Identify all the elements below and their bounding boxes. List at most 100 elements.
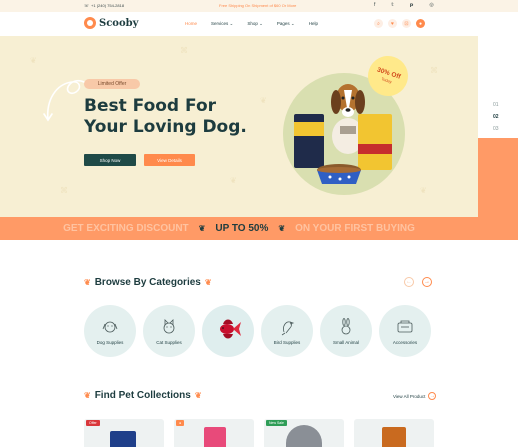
social-links: f 𝕥 𝗽 ◎ [374,2,434,8]
category-label: Small Animal [332,339,359,345]
chevron-down-icon: ⌄ [290,21,295,26]
arrow-right-icon: → [428,392,437,400]
category-label: Dog Supplies [96,339,124,345]
nav-services[interactable]: Services ⌄ [211,21,233,27]
bone-pattern-icon: ⌘ [60,186,68,195]
product-image [204,427,226,447]
paw-icon: ❦ [204,278,212,287]
view-all-products-link[interactable]: View All Product → [393,392,437,400]
fish-icon [220,319,241,339]
product-list: Offer ● New Sale [84,419,434,447]
brand-name: Scooby [99,17,139,29]
pinterest-icon[interactable]: 𝗽 [410,2,414,8]
nav-shop-label: Shop [247,21,258,26]
paw-pattern-icon: ❦ [30,56,37,65]
hero-title: Best Food For Your Loving Dog. [84,96,254,138]
main-nav: Home Services ⌄ Shop ⌄ Pages ⌄ Help [185,21,318,27]
nav-shop[interactable]: Shop ⌄ [247,21,263,27]
category-small-animal[interactable]: Small Animal [320,305,372,357]
strip-right-text: ON YOUR FIRST BUYING [295,223,415,234]
twitter-icon[interactable]: 𝕥 [391,2,393,8]
paw-icon: ❦ [84,278,91,287]
top-bar: ☏ +1 (240) 754-2818 Free Shipping On Shi… [0,0,518,12]
search-icon[interactable]: ⌕ [374,19,383,28]
paw-icon: ❦ [198,224,206,233]
category-list: Dog Supplies Cat Supplies Bird Supplies … [84,305,431,357]
cart-icon[interactable]: ⊡ [402,19,411,28]
slide-1-number[interactable]: 01 [493,102,499,108]
product-image [286,425,322,447]
chevron-down-icon: ⌄ [229,21,234,26]
instagram-icon[interactable]: ◎ [429,2,433,8]
category-dog-supplies[interactable]: Dog Supplies [84,305,136,357]
paw-logo-icon [84,17,96,29]
category-fish[interactable] [202,305,254,357]
view-details-button[interactable]: View Details [144,154,195,166]
limited-offer-badge: Limited Offer [84,79,140,89]
logo[interactable]: Scooby [84,17,138,29]
strip-left-text: GET EXCITING DISCOUNT [63,223,189,234]
category-label: Cat Supplies [156,339,182,345]
wishlist-heart-icon[interactable]: ♥ [388,19,397,28]
facebook-icon[interactable]: f [374,2,375,8]
accessories-icon [397,320,413,332]
hero-banner: ❦ ⌘ ❦ ⌘ ❦ ⌘ ❦ Limited Offer Best Food Fo… [0,36,478,217]
product-tag-icon: ● [176,420,185,426]
hero-title-line-2: Your Loving Dog. [84,117,247,137]
shop-now-button[interactable]: Shop Now [84,154,136,166]
dog-food-bag-image [294,114,324,168]
shipping-promo: Free Shipping On Shipment of $60 Or More [219,3,297,8]
product-card[interactable]: Offer [84,419,164,447]
collections-title: Find Pet Collections [94,390,191,401]
paw-icon: ❦ [194,391,202,400]
nav-home[interactable]: Home [185,21,197,27]
category-accessories[interactable]: Accessories [379,305,431,357]
product-card[interactable]: ● [174,419,254,447]
next-arrow-icon[interactable]: → [422,277,432,287]
phone-icon: ☏ [84,3,90,8]
bone-pattern-icon: ⌘ [180,46,188,55]
paw-icon: ❦ [278,224,286,233]
paw-pattern-icon: ❦ [230,176,237,185]
product-card[interactable]: New Sale [264,419,344,447]
header-actions: ⌕ ♥ ⊡ ● [374,19,425,28]
phone-number: +1 (240) 754-2818 [91,3,125,8]
dog-icon [102,321,118,332]
site-header: Scooby Home Services ⌄ Shop ⌄ Pages ⌄ He… [0,12,518,36]
paw-icon: ❦ [84,391,91,400]
nav-pages[interactable]: Pages ⌄ [277,21,295,27]
category-cat-supplies[interactable]: Cat Supplies [143,305,195,357]
category-label: Accessories [392,339,418,345]
bone-pattern-icon: ⌘ [430,66,438,75]
category-carousel-controls: ← → [404,277,432,287]
category-bird-supplies[interactable]: Bird Supplies [261,305,313,357]
discount-strip: GET EXCITING DISCOUNT ❦ UP TO 50% ❦ ON Y… [0,217,478,240]
paw-pattern-icon: ❦ [260,96,267,105]
decorative-arrow-icon [43,79,85,122]
slide-pagination: 01 02 03 [493,102,499,132]
nav-pages-label: Pages [276,21,290,26]
product-card[interactable] [354,419,434,447]
phone-contact[interactable]: ☏ +1 (240) 754-2818 [84,3,124,8]
collections-heading: ❦ Find Pet Collections ❦ [84,390,202,401]
user-icon[interactable]: ● [416,19,425,28]
offer-tag: Offer [86,420,100,426]
categories-heading: ❦ Browse By Categories ❦ [84,277,212,288]
categories-title: Browse By Categories [94,277,201,288]
bird-icon [281,320,295,335]
slide-2-number[interactable]: 02 [493,114,499,120]
new-sale-tag: New Sale [266,420,287,426]
hero-title-line-1: Best Food For [84,96,217,116]
nav-services-label: Services [211,21,229,26]
category-label: Bird Supplies [273,339,301,345]
food-bowl-image [317,164,361,184]
view-all-label: View All Product [393,393,426,399]
cat-icon [163,318,175,333]
page: ☏ +1 (240) 754-2818 Free Shipping On Shi… [0,0,518,447]
slide-3-number[interactable]: 03 [493,126,499,132]
product-image [110,431,136,447]
paw-pattern-icon: ❦ [420,186,427,195]
previous-arrow-icon[interactable]: ← [404,277,414,287]
nav-help[interactable]: Help [309,21,318,27]
rabbit-icon [341,317,351,334]
